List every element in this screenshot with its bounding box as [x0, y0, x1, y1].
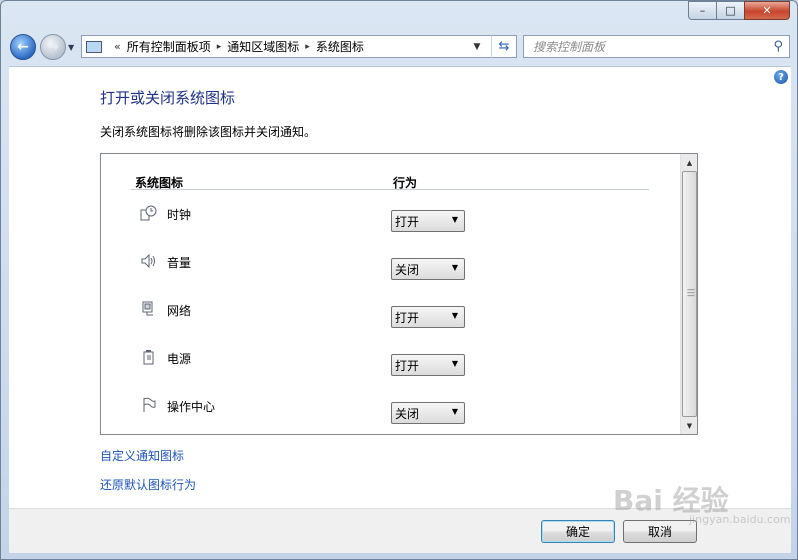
select-value: 打开 [395, 310, 420, 325]
list-item: 网络 打开 ▼ [101, 298, 681, 328]
address-bar[interactable]: « 所有控制面板项 ▸ 通知区域图标 ▸ 系统图标 ▼ [81, 35, 517, 58]
network-icon [139, 300, 159, 318]
search-input[interactable]: 搜索控制面板 ⚲ [523, 35, 790, 58]
breadcrumb-system-icons[interactable]: 系统图标 [316, 38, 364, 55]
scrollbar-thumb[interactable]: — — — [682, 171, 697, 417]
breadcrumb-separator[interactable]: ▸ [305, 42, 310, 52]
grip-icon: — — — [687, 285, 695, 300]
select-value: 打开 [395, 358, 420, 373]
chevron-down-icon: ▼ [451, 359, 458, 368]
chevron-down-icon: ▼ [451, 263, 458, 272]
breadcrumb-notification-icons[interactable]: 通知区域图标 [227, 38, 299, 55]
clock-icon [139, 204, 159, 222]
header-divider [131, 189, 649, 190]
customize-notification-icons-link[interactable]: 自定义通知图标 [100, 447, 184, 464]
ok-button[interactable]: 确定 [541, 520, 615, 543]
row-label: 操作中心 [167, 400, 216, 414]
behavior-select-action-center[interactable]: 关闭 ▼ [391, 402, 465, 424]
breadcrumb-overflow-chevron[interactable]: « [114, 40, 121, 53]
power-icon [139, 348, 159, 366]
chevron-down-icon: ▼ [451, 311, 458, 320]
caption-buttons: – □ ✕ [688, 1, 790, 20]
chevron-down-icon: ▼ [451, 215, 458, 224]
minimize-button[interactable]: – [688, 1, 716, 20]
vertical-scrollbar[interactable]: ▲ — — — ▼ [680, 154, 697, 434]
select-value: 关闭 [395, 262, 420, 277]
behavior-select-network[interactable]: 打开 ▼ [391, 306, 465, 328]
behavior-select-volume[interactable]: 关闭 ▼ [391, 258, 465, 280]
row-label: 网络 [167, 304, 192, 318]
behavior-select-clock[interactable]: 打开 ▼ [391, 210, 465, 232]
forward-button[interactable]: → [40, 34, 66, 60]
control-panel-icon [86, 40, 102, 53]
main-content: ? 打开或关闭系统图标 关闭系统图标将删除该图标并关闭通知。 系统图标 行为 时… [9, 66, 791, 508]
dialog-button-bar: 确定 取消 [9, 508, 791, 553]
row-label: 时钟 [167, 208, 192, 222]
action-center-icon [139, 396, 159, 414]
list-item: 时钟 打开 ▼ [101, 202, 681, 232]
address-dropdown-icon[interactable]: ▼ [466, 36, 488, 57]
recent-pages-dropdown[interactable]: ▼ [68, 43, 74, 52]
back-button[interactable]: ← [10, 34, 36, 60]
search-placeholder: 搜索控制面板 [533, 40, 606, 54]
system-icons-list: 系统图标 行为 时钟 打开 ▼ 音量 关闭 ▼ 网络 打开 ▼ 电源 打开 ▼ … [100, 153, 698, 435]
scroll-down-icon[interactable]: ▼ [681, 417, 698, 434]
select-value: 关闭 [395, 406, 420, 421]
breadcrumb-all-items[interactable]: 所有控制面板项 [127, 38, 211, 55]
scroll-up-icon[interactable]: ▲ [681, 154, 698, 171]
chevron-down-icon: ▼ [451, 407, 458, 416]
page-description: 关闭系统图标将删除该图标并关闭通知。 [100, 125, 317, 139]
breadcrumb-separator[interactable]: ▸ [217, 42, 222, 52]
refresh-button[interactable]: ⇆ [491, 35, 517, 58]
behavior-select-power[interactable]: 打开 ▼ [391, 354, 465, 376]
list-item: 音量 关闭 ▼ [101, 250, 681, 280]
page-title: 打开或关闭系统图标 [100, 89, 236, 107]
close-button[interactable]: ✕ [744, 1, 790, 20]
list-item: 电源 打开 ▼ [101, 346, 681, 376]
help-icon[interactable]: ? [774, 70, 788, 84]
select-value: 打开 [395, 214, 420, 229]
list-item: 操作中心 关闭 ▼ [101, 394, 681, 424]
search-icon[interactable]: ⚲ [773, 39, 783, 54]
row-label: 电源 [167, 352, 192, 366]
restore-default-icon-behavior-link[interactable]: 还原默认图标行为 [100, 476, 196, 493]
volume-icon [139, 252, 159, 270]
control-panel-window: – □ ✕ ← → ▼ « 所有控制面板项 ▸ 通知区域图标 ▸ 系统图标 ▼ … [0, 0, 798, 560]
row-label: 音量 [167, 256, 192, 270]
maximize-button[interactable]: □ [716, 1, 744, 20]
cancel-button[interactable]: 取消 [623, 520, 697, 543]
